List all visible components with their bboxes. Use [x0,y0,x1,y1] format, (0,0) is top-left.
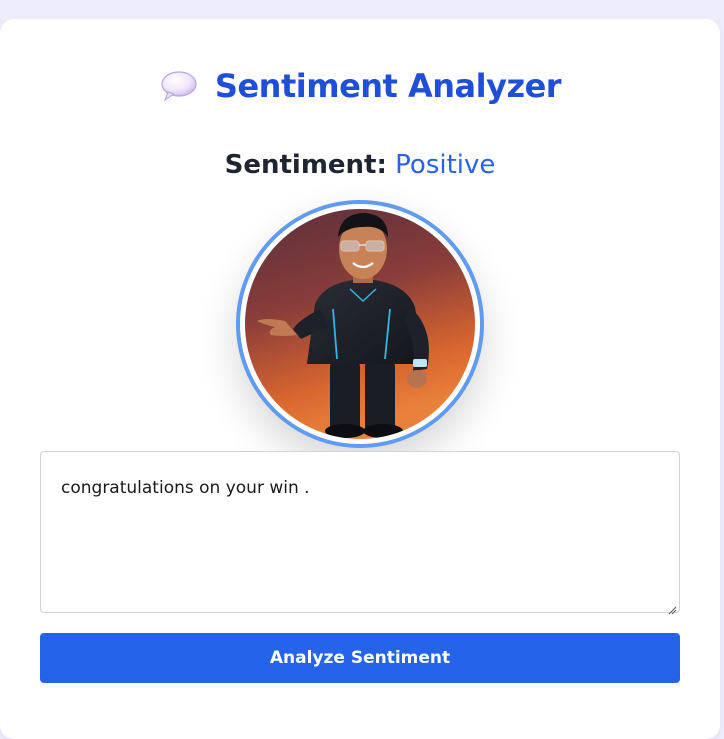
avatar [236,200,484,448]
resize-grip-icon[interactable] [667,600,677,615]
sentiment-result: Sentiment: Positive [0,148,720,182]
avatar-image [245,209,475,439]
sentiment-value: Positive [395,150,496,180]
analyzer-card: Sentiment Analyzer Sentiment: Positive c… [0,19,720,739]
text-input-value: congratulations on your win . [61,478,310,498]
page-title: Sentiment Analyzer [214,67,562,105]
sentiment-label: Sentiment: [224,150,387,180]
analyze-sentiment-button[interactable]: Analyze Sentiment [40,633,680,683]
header: Sentiment Analyzer [0,62,720,110]
speech-bubble-icon [159,69,199,103]
text-input[interactable]: congratulations on your win . [40,451,680,615]
